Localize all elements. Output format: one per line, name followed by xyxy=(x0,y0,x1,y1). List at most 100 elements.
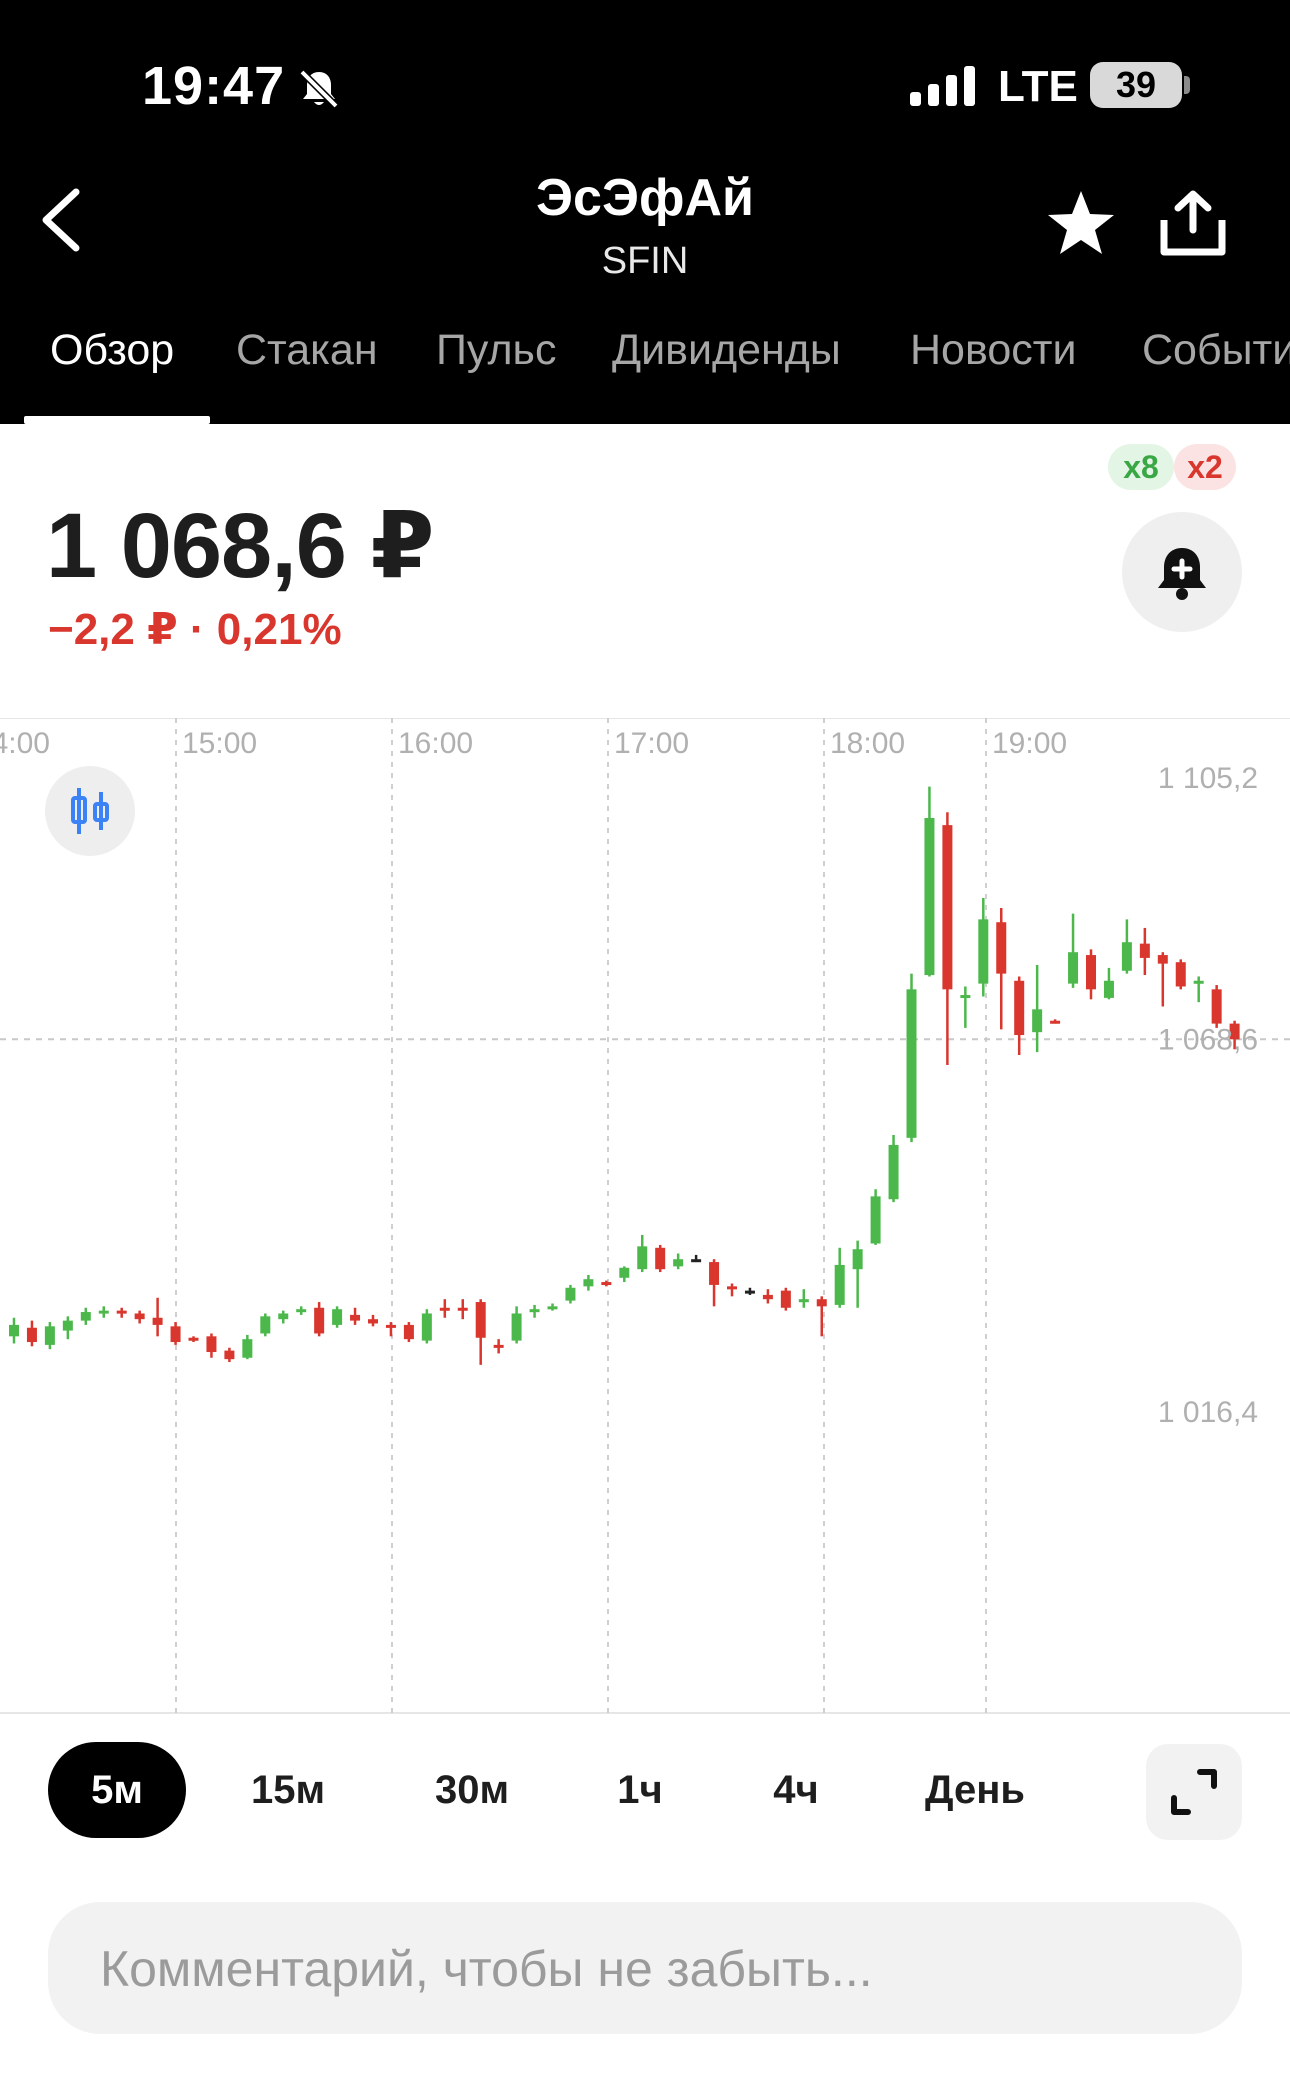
candle xyxy=(1121,919,1132,974)
candle xyxy=(511,1306,522,1344)
candle xyxy=(619,1266,630,1283)
candle xyxy=(350,1307,361,1325)
timeframe-4h[interactable]: 4ч xyxy=(736,1742,856,1838)
candle-body xyxy=(296,1309,307,1313)
candle-body xyxy=(816,1299,827,1307)
candle xyxy=(709,1259,720,1307)
candle-body xyxy=(1103,980,1114,998)
candle xyxy=(601,1280,612,1287)
candle xyxy=(960,986,971,1028)
candle xyxy=(924,786,935,977)
candle-body xyxy=(1157,955,1168,964)
tab-dividends[interactable]: Дивиденды xyxy=(612,326,841,375)
app-header: 19:47 LTE 39 ЭсЭфАй SFIN Обзор Стакан Пу… xyxy=(0,0,1290,424)
candle-body xyxy=(134,1313,145,1320)
candle-body xyxy=(798,1299,809,1303)
candle-body xyxy=(565,1287,576,1301)
candle xyxy=(852,1240,863,1308)
candle xyxy=(278,1310,289,1324)
active-tab-indicator xyxy=(24,416,210,424)
candle xyxy=(368,1314,378,1327)
candle-body xyxy=(834,1264,845,1305)
comment-input[interactable] xyxy=(98,1902,1202,2036)
time-axis-label: 14:00 xyxy=(0,727,50,760)
candle xyxy=(655,1244,666,1273)
share-icon[interactable] xyxy=(1160,190,1226,256)
candle-body xyxy=(9,1324,19,1337)
tab-pulse[interactable]: Пульс xyxy=(436,326,556,375)
candle-body xyxy=(152,1317,163,1325)
fullscreen-button[interactable] xyxy=(1146,1744,1242,1840)
candle-body xyxy=(1032,1009,1043,1033)
candle xyxy=(888,1134,899,1203)
tab-news[interactable]: Новости xyxy=(910,326,1076,375)
candle-body xyxy=(1086,955,1096,990)
candle xyxy=(206,1333,217,1358)
tab-order-book[interactable]: Стакан xyxy=(236,326,378,375)
candle-body xyxy=(673,1259,684,1267)
favorite-star-icon[interactable] xyxy=(1046,188,1116,258)
candle-body xyxy=(242,1339,253,1358)
chart-type-toggle-button[interactable] xyxy=(45,766,135,856)
leverage-long-badge: x8 xyxy=(1108,444,1174,490)
price-axis-label: 1 016,4 xyxy=(1158,1396,1258,1429)
timeframe-5m[interactable]: 5м xyxy=(48,1742,186,1838)
candle xyxy=(727,1283,737,1297)
candle-body xyxy=(188,1337,199,1341)
time-axis-label: 16:00 xyxy=(398,727,473,760)
candle-body xyxy=(457,1307,468,1311)
candle-body xyxy=(1068,952,1079,984)
candlestick-chart[interactable]: 14:00 15:00 16:00 17:00 18:00 19:00 1 105,2 1 0… xyxy=(0,718,1290,1714)
candle-body xyxy=(421,1313,432,1341)
candle-body xyxy=(870,1196,881,1244)
battery-tip xyxy=(1184,76,1190,94)
timeframe-15m[interactable]: 15м xyxy=(228,1742,348,1838)
candle xyxy=(834,1247,845,1308)
price-axis-label: 1 105,2 xyxy=(1158,762,1258,795)
candle xyxy=(9,1317,19,1344)
candle xyxy=(780,1287,791,1311)
candle-body xyxy=(385,1324,396,1328)
candle-body xyxy=(475,1302,486,1338)
timeframe-day[interactable]: День xyxy=(900,1742,1050,1838)
status-time: 19:47 xyxy=(142,56,286,116)
candle-body xyxy=(44,1326,55,1345)
candle-body xyxy=(637,1246,648,1270)
candle xyxy=(547,1303,558,1311)
timeframe-1h[interactable]: 1ч xyxy=(580,1742,700,1838)
candle-body xyxy=(547,1306,558,1310)
candle xyxy=(80,1307,91,1325)
tab-overview[interactable]: Обзор xyxy=(50,326,174,375)
candle xyxy=(296,1306,307,1315)
price-axis-label: 1 068,6 xyxy=(1158,1023,1258,1056)
candle xyxy=(1175,959,1186,990)
candle xyxy=(637,1234,648,1273)
candle xyxy=(691,1254,702,1263)
tab-events[interactable]: События xyxy=(1142,326,1290,375)
candle xyxy=(744,1287,755,1295)
candle xyxy=(314,1302,325,1337)
candle-body xyxy=(583,1279,594,1287)
candle xyxy=(26,1320,37,1347)
candle xyxy=(1193,976,1204,1003)
candle-body xyxy=(1139,943,1150,958)
candle-body xyxy=(691,1259,702,1263)
candle xyxy=(134,1310,145,1324)
timeframe-30m[interactable]: 30м xyxy=(412,1742,532,1838)
candle xyxy=(116,1307,127,1318)
candle xyxy=(816,1296,827,1337)
candle-body xyxy=(727,1286,737,1290)
candle xyxy=(1211,985,1222,1028)
bell-muted-icon xyxy=(299,69,339,109)
candle xyxy=(1014,976,1025,1056)
candle-body xyxy=(942,825,953,990)
candle xyxy=(1068,913,1079,988)
candle xyxy=(996,907,1007,1030)
candle xyxy=(403,1322,414,1343)
candle-body xyxy=(332,1309,343,1325)
current-price: 1 068,6 ₽ xyxy=(46,495,435,597)
cellular-signal-icon xyxy=(910,66,975,106)
add-price-alert-button[interactable] xyxy=(1122,512,1242,632)
candle-body xyxy=(403,1324,414,1340)
candle-body xyxy=(1050,1020,1061,1024)
